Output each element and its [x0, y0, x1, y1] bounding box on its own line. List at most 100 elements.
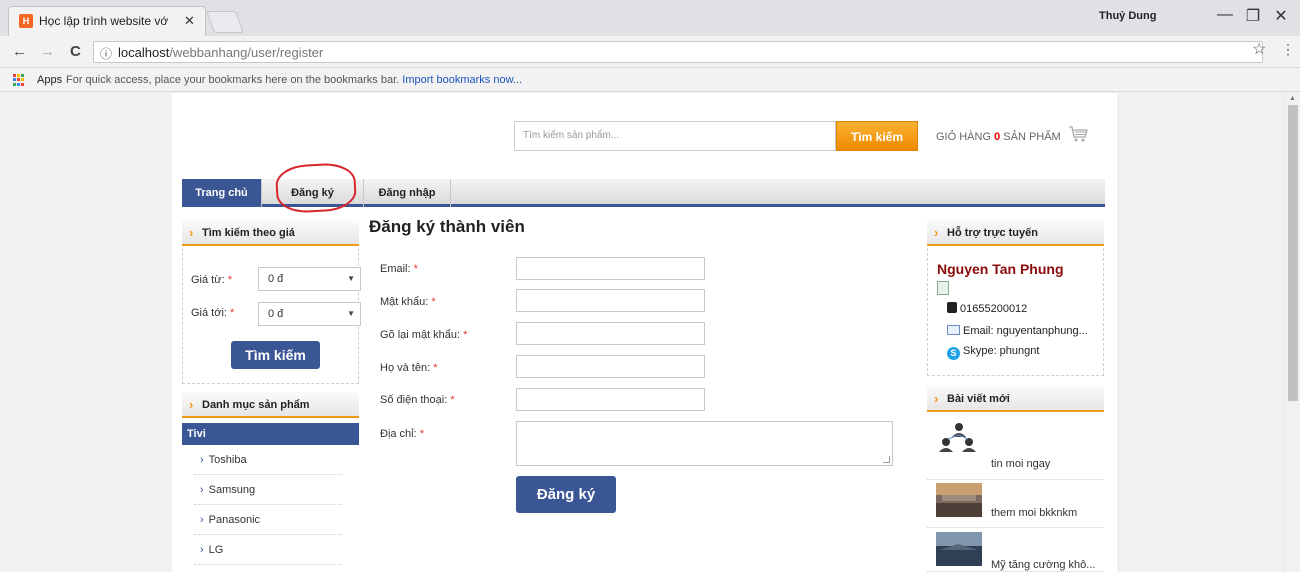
support-phone-text: 01655200012 [960, 303, 1028, 315]
register-submit-button[interactable]: Đăng ký [516, 476, 616, 513]
support-email[interactable]: Email: nguyentanphung... [947, 325, 1088, 337]
address-textarea[interactable] [516, 421, 893, 466]
cart-icon[interactable] [1068, 125, 1088, 143]
email-label-text: Email: [380, 263, 411, 275]
password-field[interactable] [516, 289, 705, 312]
price-to-select[interactable]: 0 đ ▼ [258, 302, 361, 326]
page-container: Tìm kiếm sản phẩm... Tìm kiếm GIỎ HÀNG 0… [172, 93, 1117, 572]
phone-icon [947, 302, 957, 313]
post-title: tin moi ngay [991, 458, 1051, 470]
required-mark: * [450, 394, 455, 406]
url-text: localhost/webbanhang/user/register [118, 45, 323, 60]
reload-icon[interactable]: C [70, 43, 81, 60]
apps-label[interactable]: Apps [37, 74, 62, 86]
browser-tab-bar: H Học lập trình website vớ ✕ Thuỷ Dung —… [0, 0, 1300, 36]
password-label: Mật khẩu: * [380, 296, 436, 308]
import-bookmarks-link[interactable]: Import bookmarks now... [402, 74, 522, 86]
nav-register[interactable]: Đăng ký [262, 179, 364, 207]
chevron-down-icon: ▼ [347, 274, 355, 283]
category-item[interactable]: LG [194, 536, 342, 565]
email-label: Email: * [380, 263, 418, 275]
required-mark: * [431, 296, 436, 308]
price-from-label: Giá từ: * [191, 274, 232, 286]
confirm-password-field[interactable] [516, 322, 705, 345]
fullname-label-text: Họ và tên: [380, 362, 431, 374]
skype-icon: S [947, 347, 960, 360]
required-mark: * [413, 263, 418, 275]
apps-grid-icon[interactable] [13, 74, 25, 86]
browser-tab[interactable]: H Học lập trình website vớ ✕ [8, 6, 206, 36]
url-host: localhost [118, 45, 170, 60]
post-title: them moi bkknkm [991, 507, 1078, 519]
price-to-label: Giá tới: * [191, 307, 234, 319]
cart-count: 0 [994, 131, 1001, 143]
post-item[interactable]: tin moi ngay [927, 415, 1104, 480]
required-mark: * [419, 428, 425, 440]
post-item[interactable]: them moi bkknkm [927, 480, 1104, 528]
bookmarks-hint: For quick access, place your bookmarks h… [66, 74, 522, 86]
required-mark: * [463, 329, 468, 341]
broken-image-icon [937, 281, 949, 295]
main-nav: Trang chủ Đăng ký Đăng nhập [182, 179, 1105, 207]
price-from-select[interactable]: 0 đ ▼ [258, 267, 361, 291]
phone-label-text: Số điện thoại: [380, 394, 448, 406]
required-mark: * [230, 307, 235, 319]
url-path: /webbanhang/user/register [169, 45, 324, 60]
category-item[interactable]: Toshiba [194, 446, 342, 475]
post-thumbnail-people-icon [939, 423, 976, 452]
favicon-icon: H [19, 14, 33, 28]
category-root-tivi[interactable]: Tivi [182, 423, 359, 445]
support-phone: 01655200012 [947, 302, 1027, 315]
price-from-value: 0 đ [268, 273, 284, 285]
fullname-label: Họ và tên: * [380, 362, 437, 374]
scroll-thumb[interactable] [1288, 105, 1298, 401]
posts-header: Bài viết mới [927, 386, 1104, 412]
post-item[interactable]: Mỹ tăng cường khô... [927, 528, 1104, 572]
confirm-password-label: Gõ lại mật khẩu: * [380, 329, 467, 341]
minimize-icon[interactable]: — [1210, 6, 1240, 24]
bookmarks-bar: Apps For quick access, place your bookma… [0, 69, 1300, 92]
post-thumbnail-image [936, 532, 982, 566]
info-icon[interactable]: ⓘ [100, 45, 112, 62]
scroll-up-icon[interactable]: ▲ [1289, 95, 1296, 102]
category-item[interactable]: Samsung [194, 476, 342, 505]
price-to-text: Giá tới: [191, 307, 227, 319]
tab-title: Học lập trình website vớ [39, 14, 169, 28]
price-search-button[interactable]: Tìm kiếm [231, 341, 320, 369]
cart-suffix: SẢN PHẨM [1003, 131, 1061, 143]
fullname-field[interactable] [516, 355, 705, 378]
chevron-down-icon: ▼ [347, 309, 355, 318]
tab-close-icon[interactable]: ✕ [184, 13, 195, 29]
email-field[interactable] [516, 257, 705, 280]
url-input[interactable]: ⓘ localhost/webbanhang/user/register [93, 41, 1263, 63]
page-scrollbar[interactable]: ▲ [1284, 93, 1300, 572]
support-name: Nguyen Tan Phung [937, 261, 1064, 277]
category-item[interactable]: Panasonic [194, 506, 342, 535]
price-to-value: 0 đ [268, 308, 284, 320]
price-search-header: Tìm kiếm theo giá [182, 220, 359, 246]
product-search-input[interactable]: Tìm kiếm sản phẩm... [514, 121, 836, 151]
back-icon[interactable]: ← [12, 43, 27, 60]
cart-summary[interactable]: GIỎ HÀNG 0 SẢN PHẨM [936, 131, 1061, 143]
post-thumbnail-image [936, 483, 982, 517]
new-tab-button[interactable] [205, 11, 245, 33]
bookmark-star-icon[interactable]: ☆ [1252, 39, 1266, 59]
profile-name[interactable]: Thuỷ Dung [1099, 10, 1156, 22]
close-window-icon[interactable]: ✕ [1266, 6, 1296, 26]
support-email-text: Email: nguyentanphung... [963, 325, 1088, 337]
phone-field[interactable] [516, 388, 705, 411]
phone-label: Số điện thoại: * [380, 394, 455, 406]
restore-icon[interactable]: ❐ [1238, 6, 1268, 26]
address-bar: ← → C ⓘ localhost/webbanhang/user/regist… [0, 36, 1300, 68]
price-from-text: Giá từ: [191, 274, 225, 286]
bookmarks-hint-text: For quick access, place your bookmarks h… [66, 74, 400, 86]
product-search-button[interactable]: Tìm kiếm [836, 121, 918, 151]
nav-login[interactable]: Đăng nhập [364, 179, 451, 207]
nav-home[interactable]: Trang chủ [182, 179, 262, 207]
support-skype[interactable]: S Skype: phungnt [947, 345, 1039, 360]
page-viewport: Tìm kiếm sản phẩm... Tìm kiếm GIỎ HÀNG 0… [0, 93, 1300, 572]
browser-menu-icon[interactable]: ⋮ [1281, 41, 1295, 58]
forward-icon[interactable]: → [40, 43, 55, 60]
address-label-text: Địa chỉ: [380, 428, 417, 440]
page-title: Đăng ký thành viên [369, 217, 525, 236]
